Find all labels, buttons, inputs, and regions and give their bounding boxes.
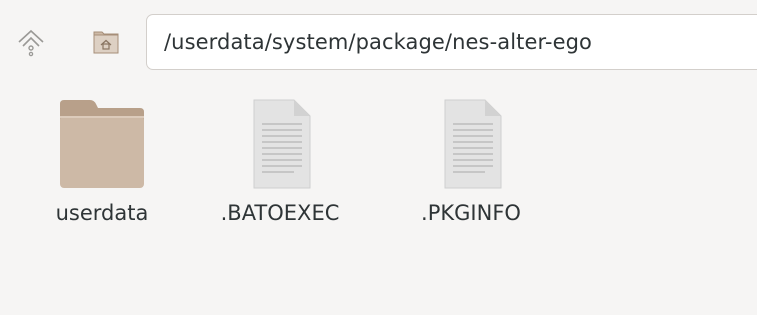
go-up-icon — [18, 29, 44, 57]
path-text: /userdata/system/package/nes-alter-ego — [164, 30, 592, 54]
path-field[interactable]: /userdata/system/package/nes-alter-ego — [146, 14, 757, 70]
text-file-icon — [253, 99, 311, 189]
folder-icon — [60, 100, 144, 188]
file-item-batoexec[interactable]: .BATOEXEC — [210, 86, 350, 246]
go-up-button[interactable] — [16, 27, 46, 57]
file-item-userdata[interactable]: userdata — [32, 86, 172, 246]
home-button[interactable] — [92, 28, 120, 56]
file-item-pkginfo[interactable]: .PKGINFO — [401, 86, 541, 246]
text-file-icon — [444, 99, 502, 189]
file-list: userdata .BATOEXEC .PKGINFO — [0, 86, 757, 315]
file-label: userdata — [55, 201, 149, 225]
home-folder-icon — [93, 31, 119, 54]
file-label: .PKGINFO — [421, 201, 521, 225]
file-label: .BATOEXEC — [220, 201, 340, 225]
toolbar: /userdata/system/package/nes-alter-ego — [0, 0, 757, 86]
file-manager-window: /userdata/system/package/nes-alter-ego u… — [0, 0, 757, 315]
